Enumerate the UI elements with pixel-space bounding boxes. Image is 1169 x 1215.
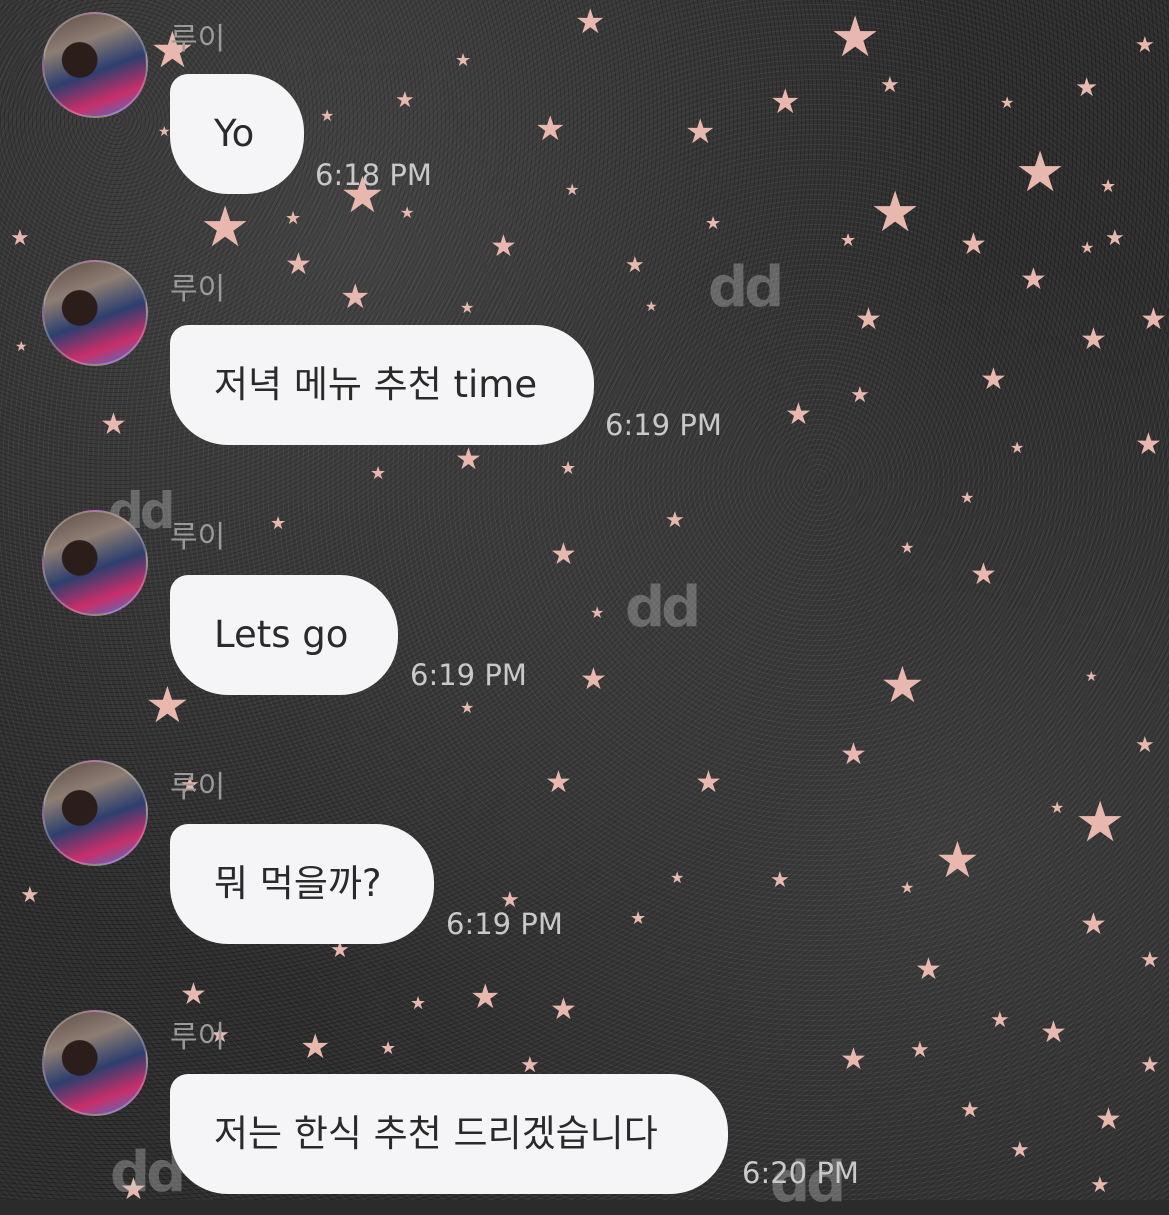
message-bubble[interactable]: 뭐 먹을까? bbox=[170, 824, 434, 944]
message-bubble[interactable]: 저녁 메뉴 추천 time bbox=[170, 325, 594, 445]
avatar[interactable] bbox=[42, 1010, 148, 1116]
avatar[interactable] bbox=[42, 12, 148, 118]
avatar[interactable] bbox=[42, 760, 148, 866]
avatar[interactable] bbox=[42, 510, 148, 616]
sender-name: 루이 bbox=[170, 770, 226, 805]
message-bubble[interactable]: 저는 한식 추천 드리겠습니다 bbox=[170, 1074, 728, 1194]
sender-name: 루이 bbox=[170, 272, 226, 307]
sender-name: 루이 bbox=[170, 22, 226, 57]
watermark: dd bbox=[708, 255, 784, 320]
avatar[interactable] bbox=[42, 260, 148, 366]
message-time: 6:20 PM bbox=[742, 1156, 859, 1190]
sender-name: 루이 bbox=[170, 520, 226, 555]
message-bubble[interactable]: Yo bbox=[170, 74, 304, 194]
message-time: 6:18 PM bbox=[315, 158, 432, 192]
message-time: 6:19 PM bbox=[446, 907, 563, 941]
watermark: dd bbox=[625, 575, 701, 640]
message-bubble[interactable]: Lets go bbox=[170, 575, 398, 695]
message-time: 6:19 PM bbox=[410, 658, 527, 692]
message-time: 6:19 PM bbox=[605, 408, 722, 442]
sender-name: 루이 bbox=[170, 1020, 226, 1055]
